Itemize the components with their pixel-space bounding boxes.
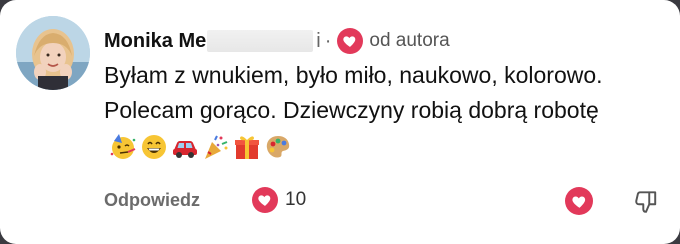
comment-footer: Odpowiedz 10 bbox=[104, 186, 306, 214]
author-badge-label: od autora bbox=[369, 30, 450, 51]
red-car-emoji bbox=[170, 132, 200, 162]
comment-header: Monika Me i · od autora bbox=[104, 28, 450, 54]
thumbs-down-icon bbox=[635, 191, 657, 213]
reply-button[interactable]: Odpowiedz bbox=[104, 190, 200, 211]
grinning-face-emoji bbox=[139, 132, 169, 162]
emoji-row bbox=[108, 132, 294, 162]
author-name-tail: i bbox=[316, 29, 321, 52]
likes-count: 10 bbox=[285, 189, 307, 210]
comment-card: Monika Me i · od autora Byłam z wnukiem,… bbox=[0, 0, 680, 244]
redacted-name-block bbox=[207, 30, 314, 52]
wrapped-gift-emoji bbox=[232, 132, 262, 162]
comment-body: Byłam z wnukiem, było miło, naukowo, kol… bbox=[104, 58, 664, 163]
author-name[interactable]: Monika Me bbox=[104, 30, 206, 53]
party-popper-emoji bbox=[201, 132, 231, 162]
like-button[interactable] bbox=[565, 187, 593, 215]
heart-icon bbox=[337, 28, 364, 54]
comment-text: Byłam z wnukiem, było miło, naukowo, kol… bbox=[104, 62, 603, 123]
avatar[interactable] bbox=[16, 16, 90, 90]
heart-icon bbox=[252, 187, 278, 213]
heart-icon bbox=[571, 196, 585, 208]
avatar-photo bbox=[16, 16, 90, 90]
separator-dot: · bbox=[324, 29, 332, 52]
dislike-button[interactable] bbox=[632, 187, 660, 215]
artist-palette-emoji bbox=[263, 132, 293, 162]
partying-face-emoji bbox=[108, 132, 138, 162]
